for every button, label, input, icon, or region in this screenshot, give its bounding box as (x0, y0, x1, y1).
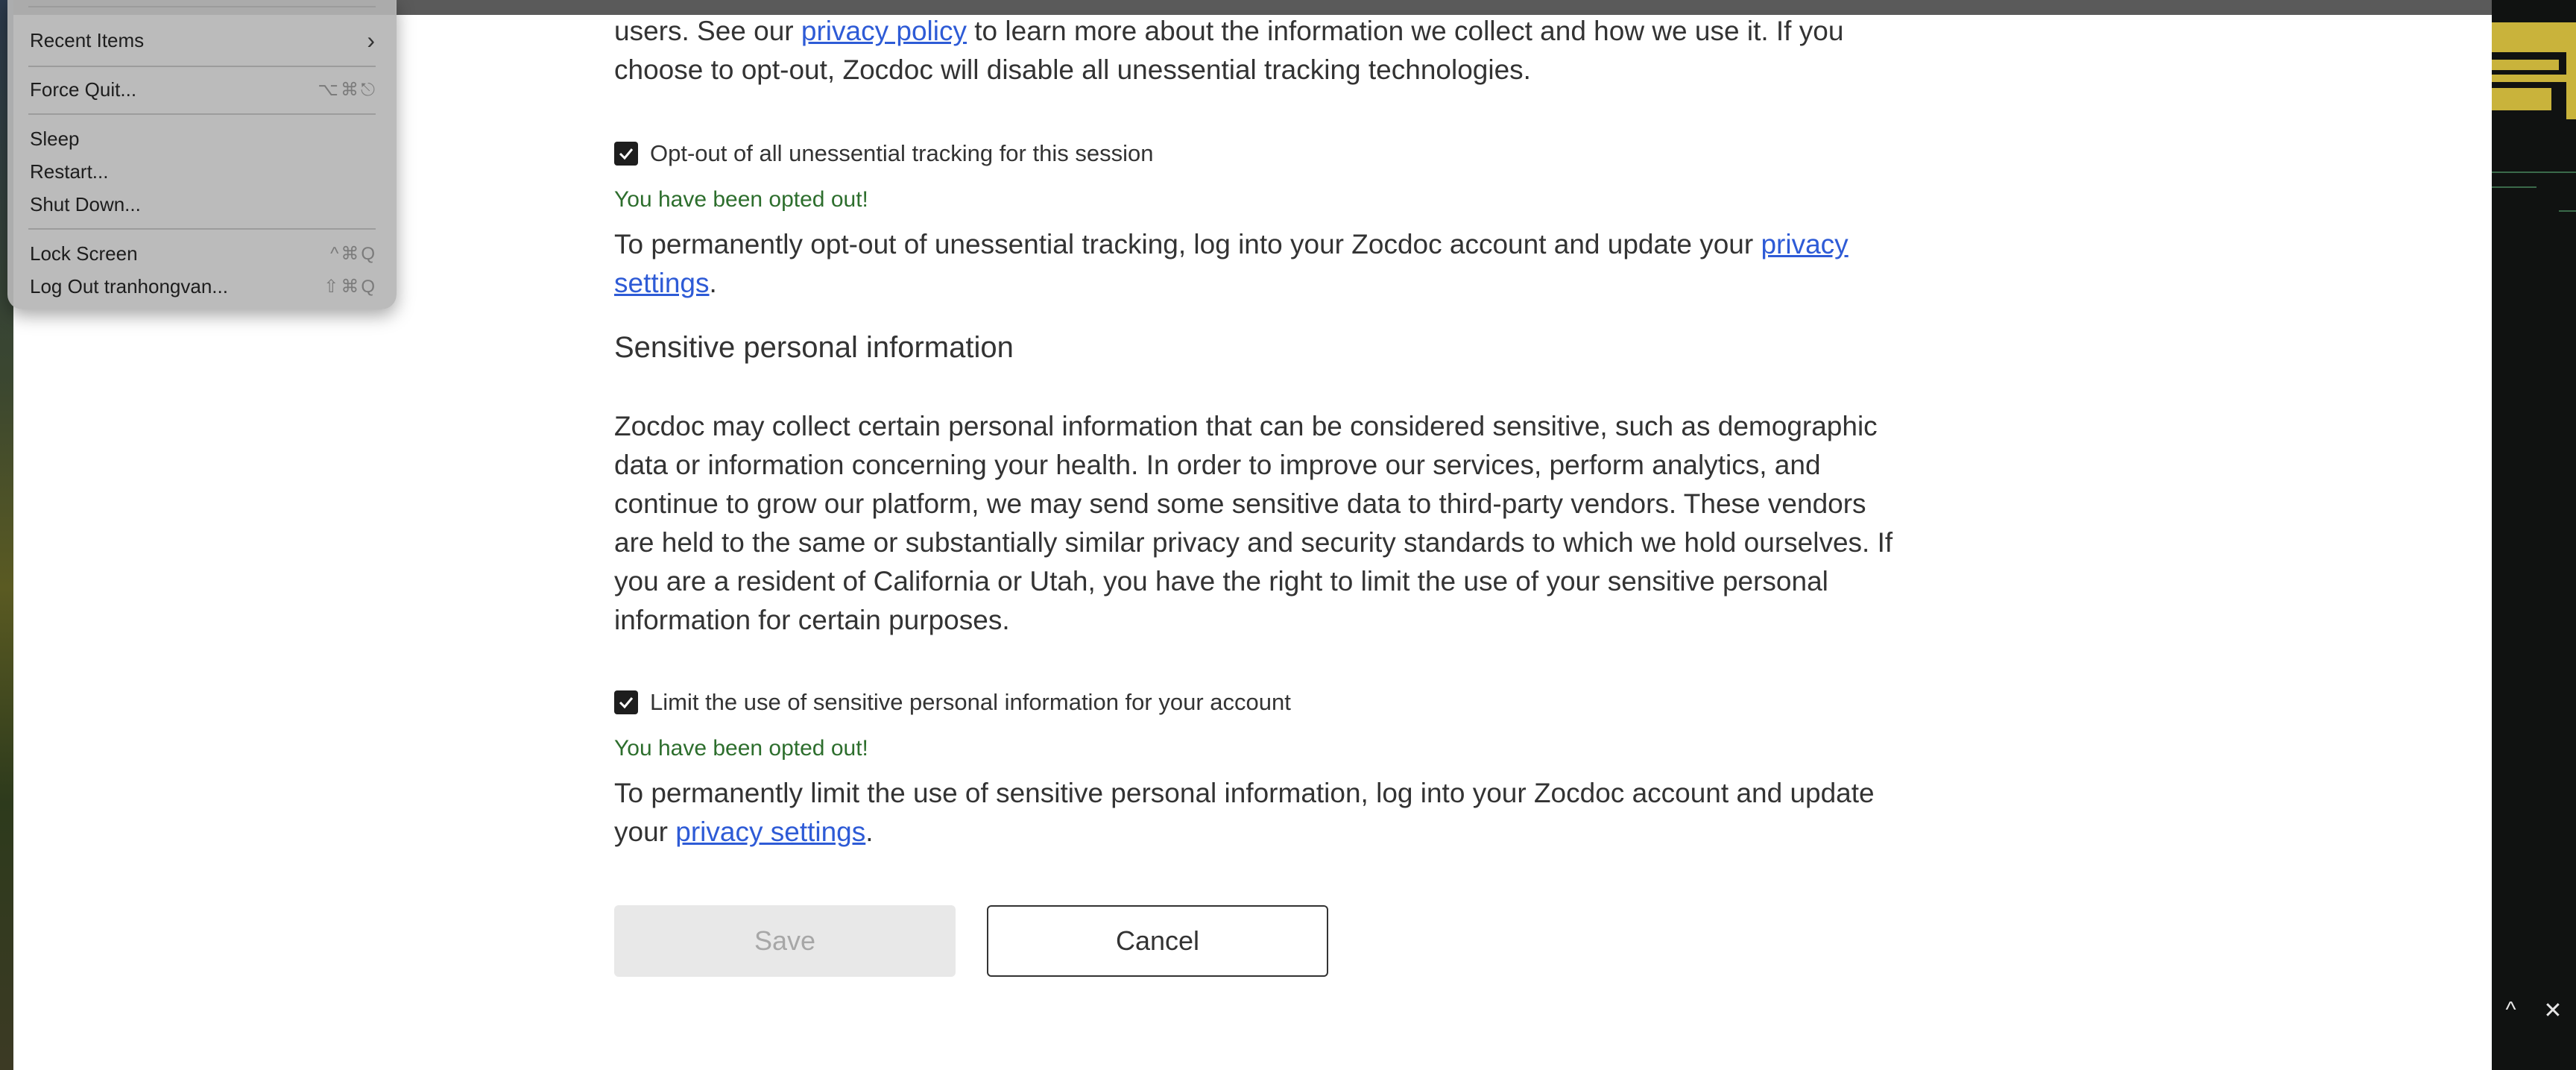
menu-item-sleep[interactable]: Sleep (30, 124, 377, 154)
checkmark-icon (619, 697, 634, 709)
menu-item-recent-items[interactable]: Recent Items › (30, 25, 377, 55)
menu-item-label: Restart... (30, 160, 109, 183)
intro-text: users. See our (614, 16, 801, 46)
menu-item-lock-screen[interactable]: Lock Screen ^⌘Q (30, 239, 377, 268)
menu-shortcut: ⇧⌘Q (323, 276, 377, 297)
tracking-opt-out-label[interactable]: Opt-out of all unessential tracking for … (650, 140, 1153, 167)
tracking-opt-out-checkbox[interactable] (614, 142, 638, 166)
menu-shortcut: ⌥⌘⎋ (318, 79, 377, 100)
menu-item-label: Shut Down... (30, 192, 141, 215)
checkmark-icon (619, 148, 634, 160)
close-icon[interactable]: ✕ (2543, 998, 2562, 1024)
menu-item-label: Recent Items (30, 28, 145, 51)
menu-item-label: Log Out tranhongvan... (30, 274, 228, 298)
sensitive-permanent-paragraph: To permanently limit the use of sensitiv… (614, 774, 1896, 852)
intro-text: to learn more about the information we c… (966, 16, 1844, 46)
menu-item-label: Sleep (30, 127, 80, 150)
menu-item-label: Force Quit... (30, 78, 137, 101)
menu-separator (28, 66, 376, 67)
tracking-opt-out-row[interactable]: Opt-out of all unessential tracking for … (614, 140, 1153, 167)
sensitive-success-message: You have been opted out! (614, 736, 868, 761)
menu-separator (28, 6, 376, 7)
menu-item-restart[interactable]: Restart... (30, 157, 377, 186)
menu-shortcut: ^⌘Q (330, 243, 377, 264)
sensitive-info-heading: Sensitive personal information (614, 331, 1014, 364)
cancel-button[interactable]: Cancel (987, 905, 1328, 977)
intro-paragraph: users. See our privacy policy to learn m… (614, 12, 1896, 89)
tracking-permanent-paragraph: To permanently opt-out of unessential tr… (614, 225, 1896, 303)
chevron-up-icon[interactable]: ^ (2505, 998, 2516, 1023)
limit-sensitive-checkbox[interactable] (614, 690, 638, 714)
apple-menu-dropdown: Recent Items › Force Quit... ⌥⌘⎋ Sleep R… (7, 0, 397, 309)
sensitive-info-paragraph: Zocdoc may collect certain personal info… (614, 411, 1893, 635)
menu-item-force-quit[interactable]: Force Quit... ⌥⌘⎋ (30, 75, 377, 104)
limit-sensitive-row[interactable]: Limit the use of sensitive personal info… (614, 689, 1291, 716)
desktop-wallpaper-right (2492, 0, 2576, 1070)
privacy-policy-link[interactable]: privacy policy (801, 16, 967, 46)
period-text: . (709, 268, 717, 298)
save-button[interactable]: Save (614, 905, 956, 977)
menu-item-shut-down[interactable]: Shut Down... (30, 189, 377, 219)
bottom-right-controls: ^ ✕ (2492, 992, 2576, 1029)
tracking-permanent-text: To permanently opt-out of unessential tr… (614, 229, 1761, 259)
chevron-right-icon: › (367, 26, 377, 54)
limit-sensitive-label[interactable]: Limit the use of sensitive personal info… (650, 689, 1291, 716)
menu-item-label: Lock Screen (30, 242, 138, 265)
menu-separator (28, 228, 376, 230)
privacy-settings-link[interactable]: privacy settings (675, 816, 865, 847)
menu-item-log-out[interactable]: Log Out tranhongvan... ⇧⌘Q (30, 271, 377, 301)
intro-text: choose to opt-out, Zocdoc will disable a… (614, 54, 1531, 85)
tracking-success-message: You have been opted out! (614, 187, 868, 212)
menu-separator (28, 113, 376, 115)
period-text: . (865, 816, 874, 847)
